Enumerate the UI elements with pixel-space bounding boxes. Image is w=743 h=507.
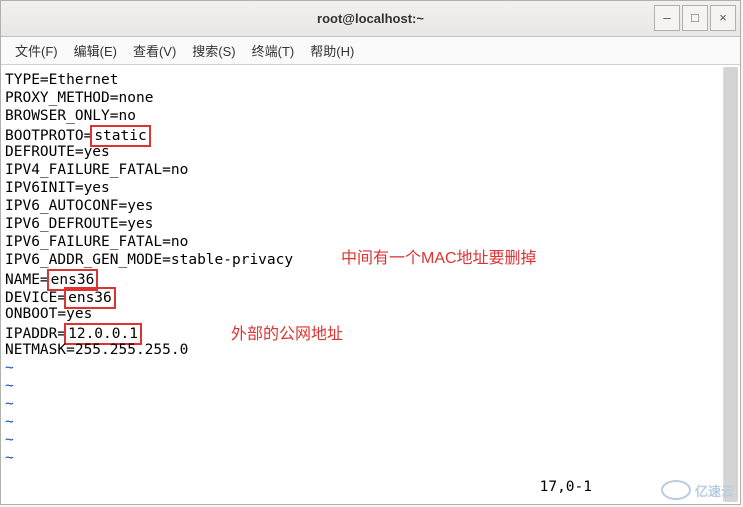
config-key: DEFROUTE=	[5, 144, 84, 160]
config-line-bootproto: BOOTPROTO=static	[5, 125, 720, 143]
config-value: yes	[127, 216, 153, 232]
config-key: PROXY_METHOD=	[5, 90, 119, 106]
menu-terminal[interactable]: 终端(T)	[244, 37, 303, 64]
config-line-defroute: DEFROUTE=yes	[5, 143, 720, 161]
vim-tilde: ~	[5, 359, 720, 377]
config-line-proxy_method: PROXY_METHOD=none	[5, 89, 720, 107]
config-line-ipv6_autoconf: IPV6_AUTOCONF=yes	[5, 197, 720, 215]
config-key: NAME=	[5, 272, 49, 288]
config-value: yes	[127, 198, 153, 214]
window-title: root@localhost:~	[317, 11, 424, 26]
config-value: no	[171, 234, 188, 250]
watermark-text: 亿速云	[695, 481, 734, 500]
vim-tilde: ~	[5, 377, 720, 395]
minimize-button[interactable]: –	[654, 5, 680, 31]
config-line-netmask: NETMASK=255.255.255.0	[5, 341, 720, 359]
config-key: IPV6_AUTOCONF=	[5, 198, 127, 214]
config-key: IPV6_ADDR_GEN_MODE=	[5, 252, 171, 268]
menu-file[interactable]: 文件(F)	[7, 37, 66, 64]
config-value: stable-privacy	[171, 252, 293, 268]
scrollbar-thumb[interactable]	[724, 67, 738, 502]
vim-tilde: ~	[5, 413, 720, 431]
config-line-ipv4_failure_fatal: IPV4_FAILURE_FATAL=no	[5, 161, 720, 179]
watermark: 亿速云	[661, 480, 734, 500]
menubar: 文件(F) 编辑(E) 查看(V) 搜索(S) 终端(T) 帮助(H)	[1, 37, 740, 65]
config-key: TYPE=	[5, 72, 49, 88]
titlebar: root@localhost:~ – □ ×	[1, 1, 740, 37]
annotation-mac-delete: 中间有一个MAC地址要删掉	[341, 250, 537, 268]
config-value: yes	[84, 144, 110, 160]
config-line-browser_only: BROWSER_ONLY=no	[5, 107, 720, 125]
config-line-name: NAME=ens36	[5, 269, 720, 287]
window-controls: – □ ×	[654, 5, 736, 31]
terminal-window: root@localhost:~ – □ × 文件(F) 编辑(E) 查看(V)…	[0, 0, 741, 505]
close-button[interactable]: ×	[710, 5, 736, 31]
menu-view[interactable]: 查看(V)	[125, 37, 184, 64]
config-key: NETMASK=	[5, 342, 75, 358]
config-value: Ethernet	[49, 72, 119, 88]
config-key: IPV6INIT=	[5, 180, 84, 196]
config-line-ipv6init: IPV6INIT=yes	[5, 179, 720, 197]
config-value: none	[119, 90, 154, 106]
vertical-scrollbar[interactable]	[723, 67, 738, 502]
config-value: yes	[84, 180, 110, 196]
config-value: no	[171, 162, 188, 178]
config-value: 255.255.255.0	[75, 342, 189, 358]
cursor-position: 17,0-1	[540, 478, 592, 496]
menu-help[interactable]: 帮助(H)	[302, 37, 362, 64]
config-line-ipv6_failure_fatal: IPV6_FAILURE_FATAL=no	[5, 233, 720, 251]
config-line-type: TYPE=Ethernet	[5, 71, 720, 89]
config-line-ipaddr: IPADDR=12.0.0.1	[5, 323, 720, 341]
config-content: TYPE=EthernetPROXY_METHOD=noneBROWSER_ON…	[5, 71, 720, 359]
vim-tilde: ~	[5, 449, 720, 467]
config-line-ipv6_defroute: IPV6_DEFROUTE=yes	[5, 215, 720, 233]
config-key: DEVICE=	[5, 290, 66, 306]
cloud-icon	[661, 480, 691, 500]
terminal-viewport[interactable]: TYPE=EthernetPROXY_METHOD=noneBROWSER_ON…	[3, 67, 722, 502]
maximize-button[interactable]: □	[682, 5, 708, 31]
config-value: yes	[66, 306, 92, 322]
config-value: no	[119, 108, 136, 124]
config-key: BROWSER_ONLY=	[5, 108, 119, 124]
menu-edit[interactable]: 编辑(E)	[66, 37, 125, 64]
menu-search[interactable]: 搜索(S)	[184, 37, 243, 64]
config-key: IPADDR=	[5, 326, 66, 342]
config-key: IPV4_FAILURE_FATAL=	[5, 162, 171, 178]
vim-tilde: ~	[5, 431, 720, 449]
config-line-onboot: ONBOOT=yes	[5, 305, 720, 323]
config-key: IPV6_FAILURE_FATAL=	[5, 234, 171, 250]
config-line-device: DEVICE=ens36	[5, 287, 720, 305]
annotation-public-ip: 外部的公网地址	[231, 326, 343, 344]
vim-tilde: ~	[5, 395, 720, 413]
config-key: ONBOOT=	[5, 306, 66, 322]
config-key: BOOTPROTO=	[5, 128, 92, 144]
config-key: IPV6_DEFROUTE=	[5, 216, 127, 232]
